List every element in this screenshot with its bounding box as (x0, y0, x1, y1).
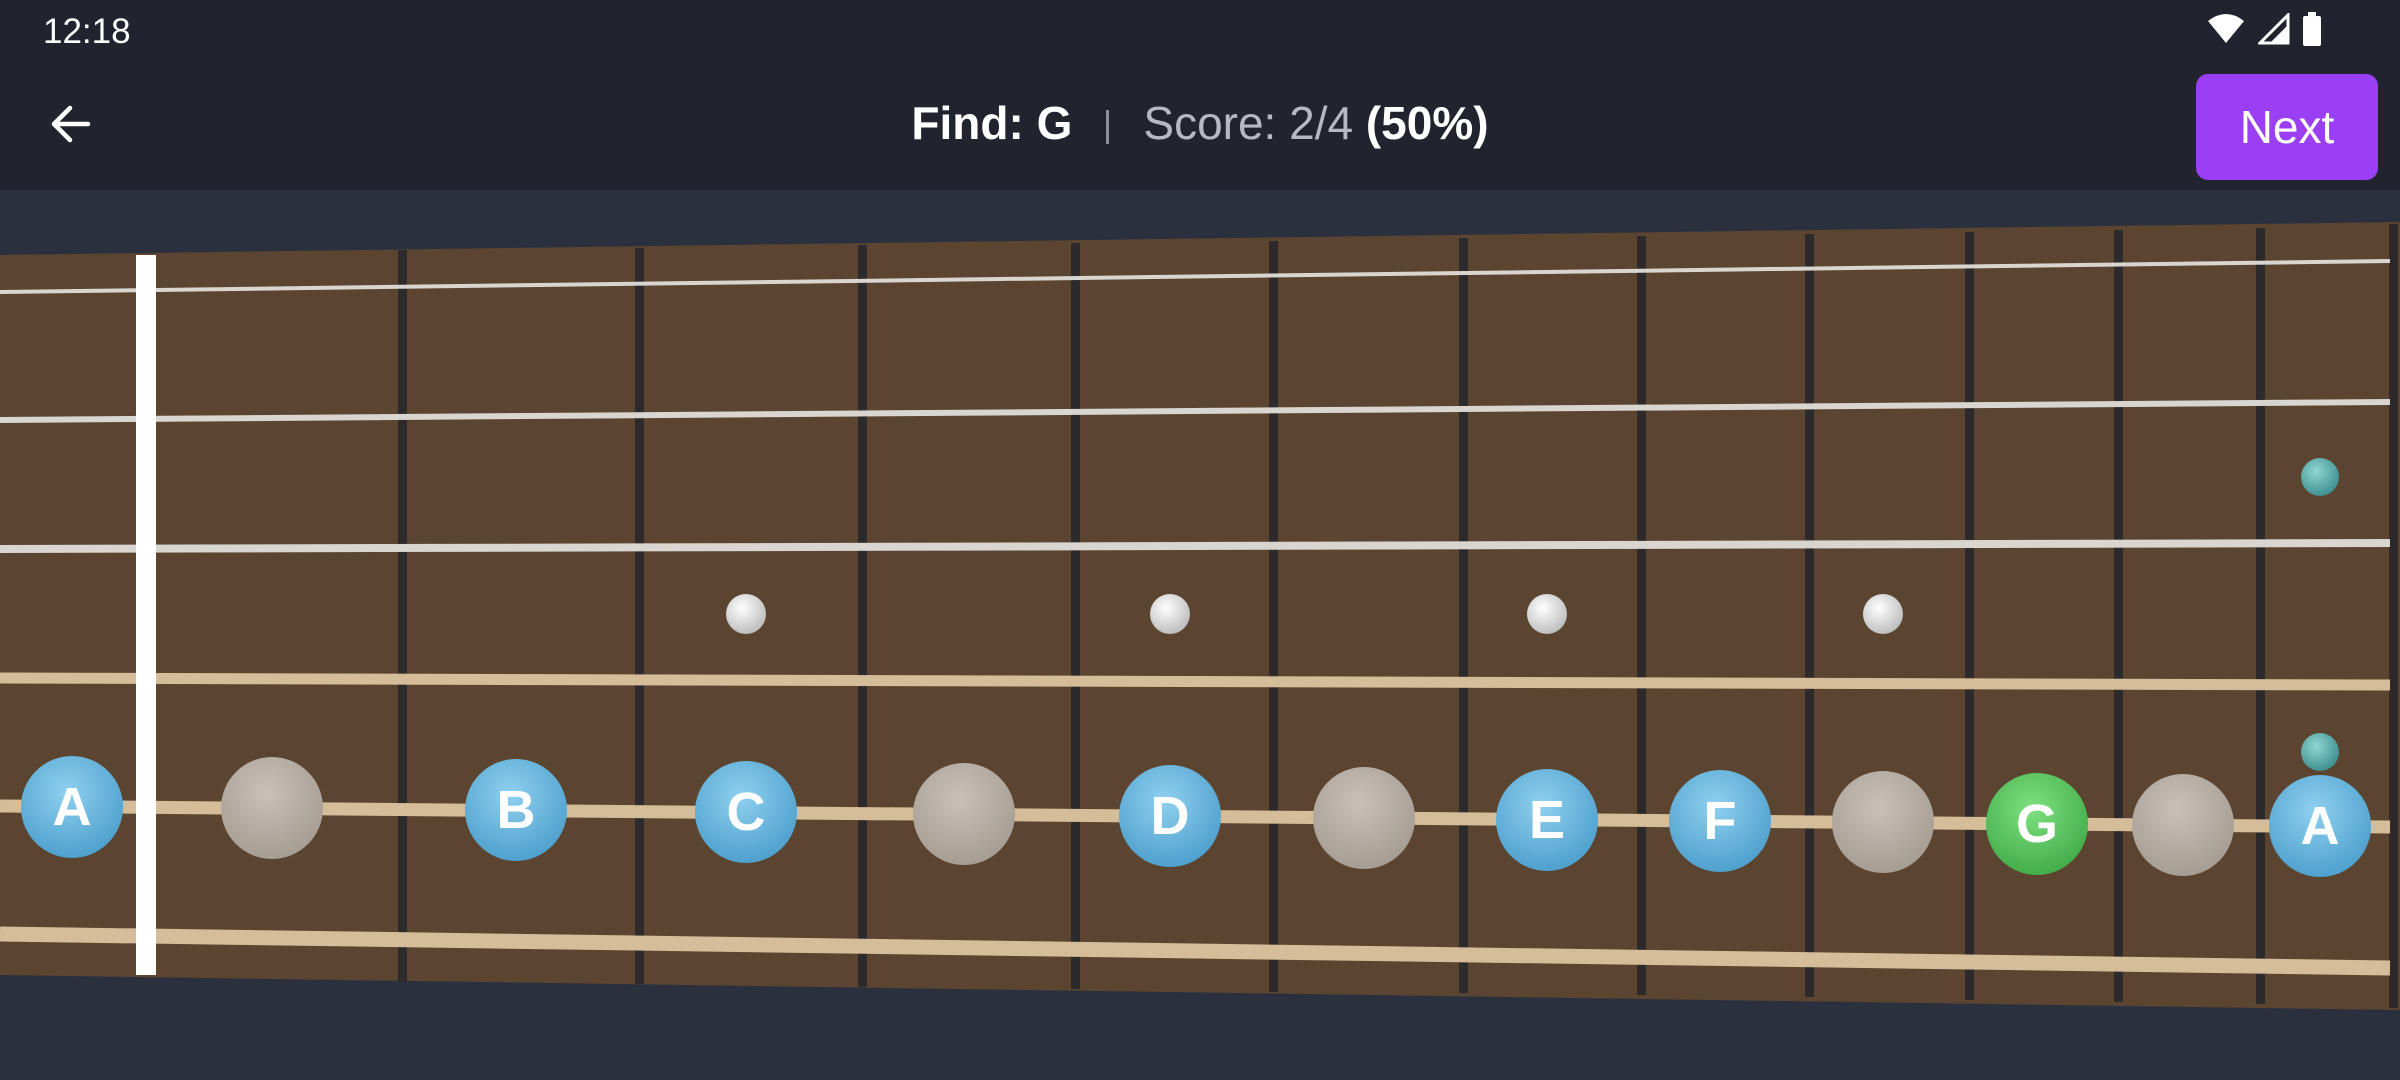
fret-marker (2301, 733, 2339, 771)
fret-marker (1863, 594, 1903, 634)
note-position[interactable] (2132, 774, 2234, 876)
status-bar: 12:18 (0, 0, 2400, 62)
fret (1805, 234, 1814, 997)
fret (2256, 228, 2265, 1004)
note-circle[interactable] (2132, 774, 2234, 876)
fret (1637, 236, 1646, 995)
next-button[interactable]: Next (2196, 74, 2378, 180)
note-position[interactable]: D (1119, 765, 1221, 867)
note-label: A (53, 777, 92, 837)
note-position[interactable] (1832, 771, 1934, 873)
signal-icon (2258, 13, 2290, 45)
score-label: Score: 2/4 (1143, 97, 1354, 149)
note-position[interactable] (221, 757, 323, 859)
nut (136, 255, 156, 975)
note-label: E (1529, 790, 1565, 850)
note-label: F (1704, 791, 1737, 851)
app-bar: Find: G Score: 2/4 (50%) Next (0, 62, 2400, 190)
status-icons (2206, 12, 2322, 46)
fret (398, 250, 407, 982)
note-circle[interactable] (1313, 767, 1415, 869)
fret-marker (1150, 594, 1190, 634)
note-position[interactable]: B (465, 759, 567, 861)
string-4 (0, 672, 2391, 691)
battery-icon (2303, 12, 2321, 46)
find-target: Find: G (911, 97, 1073, 149)
note-circle[interactable] (913, 763, 1015, 865)
fret (2389, 224, 2398, 1008)
fretboard-wood (0, 222, 2400, 1010)
note-label: A (2301, 796, 2340, 856)
status-time: 12:18 (43, 12, 131, 51)
fret-marker (1527, 594, 1567, 634)
note-position[interactable]: E (1496, 769, 1598, 871)
wifi-icon (2208, 14, 2244, 43)
note-circle[interactable] (1832, 771, 1934, 873)
quiz-header: Find: G Score: 2/4 (50%) (0, 96, 2400, 150)
note-position[interactable]: A (2269, 775, 2371, 877)
fret (1965, 232, 1974, 1000)
fret (2114, 230, 2123, 1002)
fret (1269, 241, 1278, 992)
note-position[interactable]: A (21, 756, 123, 858)
fretboard: A B C D E F G A (0, 222, 2400, 1010)
note-position[interactable] (913, 763, 1015, 865)
note-label: C (727, 782, 766, 842)
header-divider (1106, 109, 1110, 144)
score-percent: (50%) (1365, 97, 1489, 149)
note-label: G (2016, 794, 2058, 854)
fret (635, 248, 644, 984)
note-position-highlighted[interactable]: G (1986, 773, 2088, 875)
fret-marker (2301, 458, 2339, 496)
note-position[interactable]: F (1669, 770, 1771, 872)
fret-marker (726, 594, 766, 634)
fret (858, 245, 867, 987)
note-position[interactable]: C (695, 761, 797, 863)
note-circle[interactable] (221, 757, 323, 859)
note-label: D (1151, 786, 1190, 846)
note-position[interactable] (1313, 767, 1415, 869)
note-label: B (497, 780, 536, 840)
fret (1071, 243, 1080, 989)
fret (1459, 238, 1468, 993)
